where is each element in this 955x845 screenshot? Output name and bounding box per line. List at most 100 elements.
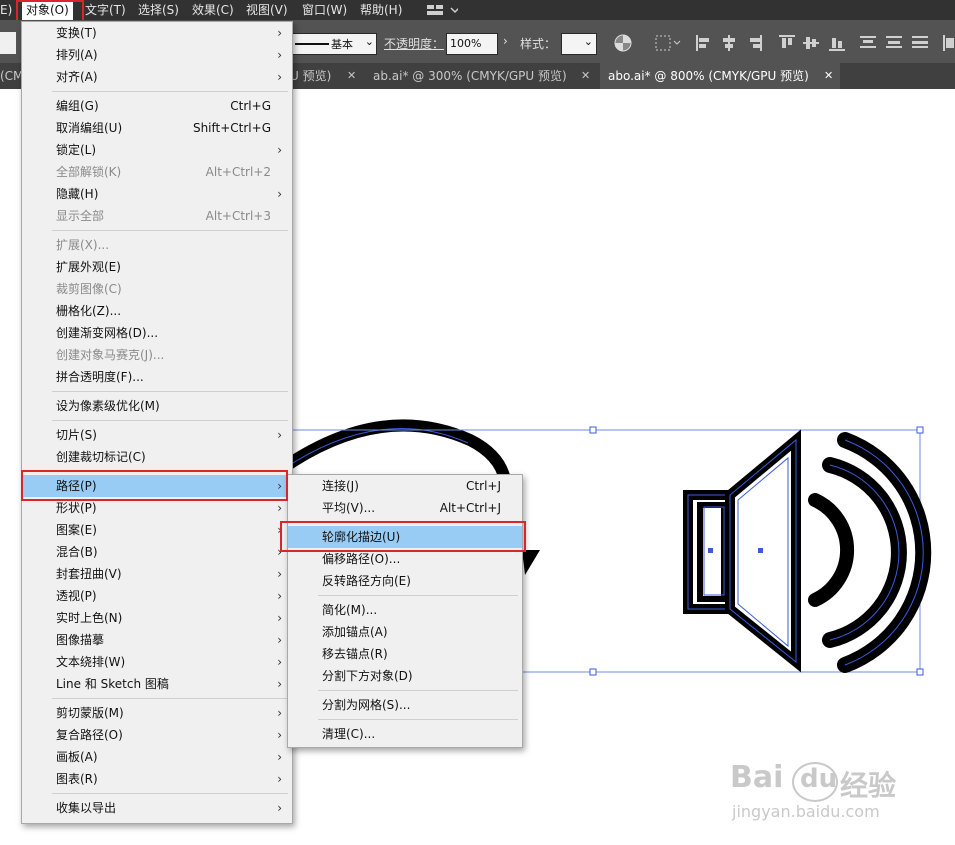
chevron-right-icon: › bbox=[277, 501, 282, 515]
object-menu-item-n[interactable]: 实时上色(N) › bbox=[22, 607, 292, 629]
menu-item-label: 实时上色(N) bbox=[56, 611, 123, 625]
menu-item-label: 创建裁切标记(C) bbox=[56, 450, 146, 464]
menu-type[interactable]: 文字(T) bbox=[85, 0, 126, 20]
object-menu-item-s[interactable]: 切片(S) › bbox=[22, 424, 292, 446]
menu-help[interactable]: 帮助(H) bbox=[360, 0, 402, 20]
chevron-right-icon[interactable]: › bbox=[503, 34, 508, 48]
path-submenu-item-a[interactable]: 添加锚点(A) bbox=[288, 621, 522, 643]
menu-item-label: 封套扭曲(V) bbox=[56, 567, 122, 581]
chevron-right-icon: › bbox=[277, 428, 282, 442]
path-submenu-item-e[interactable]: 反转路径方向(E) bbox=[288, 570, 522, 592]
menu-item-label: Line 和 Sketch 图稿 bbox=[56, 677, 169, 691]
menu-window[interactable]: 窗口(W) bbox=[302, 0, 347, 20]
stroke-profile-select[interactable]: 基本 ⌄ bbox=[292, 33, 377, 55]
object-menu-item-k: 全部解锁(K) Alt+Ctrl+2 bbox=[22, 161, 292, 183]
close-icon[interactable]: ✕ bbox=[581, 63, 590, 89]
menu-item-shortcut: Alt+Ctrl+J bbox=[439, 501, 501, 515]
tab-doc-3[interactable]: ab.ai* @ 300% (CMYK/GPU 预览) bbox=[373, 63, 567, 89]
menu-effect[interactable]: 效果(C) bbox=[192, 0, 234, 20]
object-menu-item-w[interactable]: 文本绕排(W) › bbox=[22, 651, 292, 673]
menu-separator bbox=[318, 719, 518, 720]
chevron-right-icon: › bbox=[277, 633, 282, 647]
object-menu: 变换(T) › 排列(A) › 对齐(A) › 编组(G) Ctrl+G 取消编组(U) Shif… bbox=[21, 21, 293, 824]
menu-separator bbox=[52, 91, 288, 92]
close-icon[interactable]: ✕ bbox=[347, 63, 356, 89]
menu-item-label: 轮廓化描边(U) bbox=[322, 530, 401, 544]
menu-item-label: 反转路径方向(E) bbox=[322, 574, 411, 588]
menu-item-label: 编组(G) bbox=[56, 99, 99, 113]
object-menu-item-l[interactable]: 锁定(L) › bbox=[22, 139, 292, 161]
object-menu-item-g[interactable]: 编组(G) Ctrl+G bbox=[22, 95, 292, 117]
tab-doc-1[interactable]: (CM bbox=[0, 63, 23, 89]
path-submenu-item-c[interactable]: 清理(C)... bbox=[288, 723, 522, 745]
path-submenu-item-d[interactable]: 分割下方对象(D) bbox=[288, 665, 522, 687]
path-submenu-item-o[interactable]: 偏移路径(O)... bbox=[288, 548, 522, 570]
object-menu-item-d[interactable]: 创建渐变网格(D)... bbox=[22, 322, 292, 344]
object-menu-item-c[interactable]: 创建裁切标记(C) bbox=[22, 446, 292, 468]
fill-swatch[interactable] bbox=[0, 32, 16, 54]
object-menu-item-h[interactable]: 隐藏(H) › bbox=[22, 183, 292, 205]
object-menu-item-o[interactable]: 复合路径(O) › bbox=[22, 724, 292, 746]
path-submenu-item-j[interactable]: 连接(J) Ctrl+J bbox=[288, 475, 522, 497]
menu-item-label: 裁剪图像(C) bbox=[56, 282, 122, 296]
object-menu-item-40[interactable]: 收集以导出 › bbox=[22, 797, 292, 819]
object-menu-item-v[interactable]: 封套扭曲(V) › bbox=[22, 563, 292, 585]
tab-doc-4-active[interactable]: abo.ai* @ 800% (CMYK/GPU 预览) bbox=[600, 63, 840, 89]
path-submenu-item-m[interactable]: 简化(M)... bbox=[288, 599, 522, 621]
object-menu-item-p[interactable]: 透视(P) › bbox=[22, 585, 292, 607]
object-menu-item-p[interactable]: 形状(P) › bbox=[22, 497, 292, 519]
object-menu-item-f[interactable]: 拼合透明度(F)... bbox=[22, 366, 292, 388]
menu-edit[interactable]: E) bbox=[0, 0, 12, 20]
object-menu-item-a[interactable]: 对齐(A) › bbox=[22, 66, 292, 88]
object-menu-item-a[interactable]: 排列(A) › bbox=[22, 44, 292, 66]
opacity-input[interactable]: 100% bbox=[446, 33, 498, 55]
object-menu-item-r[interactable]: 图表(R) › bbox=[22, 768, 292, 790]
align-buttons-icon[interactable] bbox=[695, 34, 955, 52]
graphic-style-select[interactable]: ⌄ bbox=[561, 33, 597, 55]
object-menu-item-u[interactable]: 取消编组(U) Shift+Ctrl+G bbox=[22, 117, 292, 139]
menu-item-label: 图表(R) bbox=[56, 772, 98, 786]
menu-view[interactable]: 视图(V) bbox=[246, 0, 288, 20]
menu-item-label: 切片(S) bbox=[56, 428, 97, 442]
menu-item-shortcut: Shift+Ctrl+G bbox=[192, 121, 271, 135]
menu-object[interactable]: 对象(O) bbox=[22, 0, 73, 20]
menu-item-label: 收集以导出 bbox=[56, 801, 117, 815]
object-menu-item-a[interactable]: 画板(A) › bbox=[22, 746, 292, 768]
object-menu-item-e[interactable]: 图案(E) › bbox=[22, 519, 292, 541]
object-menu-item-b[interactable]: 混合(B) › bbox=[22, 541, 292, 563]
object-menu-item-m[interactable]: 剪切蒙版(M) › bbox=[22, 702, 292, 724]
menu-item-label: 图像描摹 bbox=[56, 633, 105, 647]
menu-item-shortcut: Alt+Ctrl+3 bbox=[205, 209, 271, 223]
path-submenu-item-v[interactable]: 平均(V)... Alt+Ctrl+J bbox=[288, 497, 522, 519]
close-icon[interactable]: ✕ bbox=[824, 63, 833, 89]
chevron-right-icon: › bbox=[277, 677, 282, 691]
chevron-right-icon: › bbox=[277, 26, 282, 40]
menu-select[interactable]: 选择(S) bbox=[138, 0, 179, 20]
object-menu-item-9: 显示全部 Alt+Ctrl+3 bbox=[22, 205, 292, 227]
chevron-right-icon: › bbox=[277, 70, 282, 84]
object-menu-item-t[interactable]: 变换(T) › bbox=[22, 22, 292, 44]
menu-item-label: 栅格化(Z)... bbox=[56, 304, 122, 318]
menu-bar: E) 对象(O) 文字(T) 选择(S) 效果(C) 视图(V) 窗口(W) 帮… bbox=[0, 0, 955, 20]
menu-item-label: 显示全部 bbox=[56, 209, 105, 223]
menu-item-label: 文本绕排(W) bbox=[56, 655, 126, 669]
workspace-switcher-icon[interactable] bbox=[426, 0, 460, 20]
stroke-profile-label: 基本 bbox=[331, 38, 353, 51]
object-menu-item-m[interactable]: 设为像素级优化(M) bbox=[22, 395, 292, 417]
menu-item-label: 锁定(L) bbox=[56, 143, 97, 157]
path-submenu-item-r[interactable]: 移去锚点(R) bbox=[288, 643, 522, 665]
recolor-artwork-icon[interactable] bbox=[614, 34, 632, 52]
object-menu-item-31[interactable]: 图像描摹 › bbox=[22, 629, 292, 651]
menu-item-label: 简化(M)... bbox=[322, 603, 378, 617]
object-menu-item-c: 裁剪图像(C) bbox=[22, 278, 292, 300]
object-menu-item-p[interactable]: 路径(P) › bbox=[22, 475, 292, 497]
object-menu-item-line-sketch[interactable]: Line 和 Sketch 图稿 › bbox=[22, 673, 292, 695]
path-submenu-item-u[interactable]: 轮廓化描边(U) bbox=[288, 526, 522, 548]
menu-separator bbox=[52, 391, 288, 392]
object-menu-item-z[interactable]: 栅格化(Z)... bbox=[22, 300, 292, 322]
align-options-icon[interactable] bbox=[655, 34, 681, 52]
object-menu-item-e[interactable]: 扩展外观(E) bbox=[22, 256, 292, 278]
tab-doc-2[interactable]: U 预览) bbox=[290, 63, 331, 89]
path-submenu-item-s[interactable]: 分割为网格(S)... bbox=[288, 694, 522, 716]
menu-item-label: 连接(J) bbox=[322, 479, 359, 493]
